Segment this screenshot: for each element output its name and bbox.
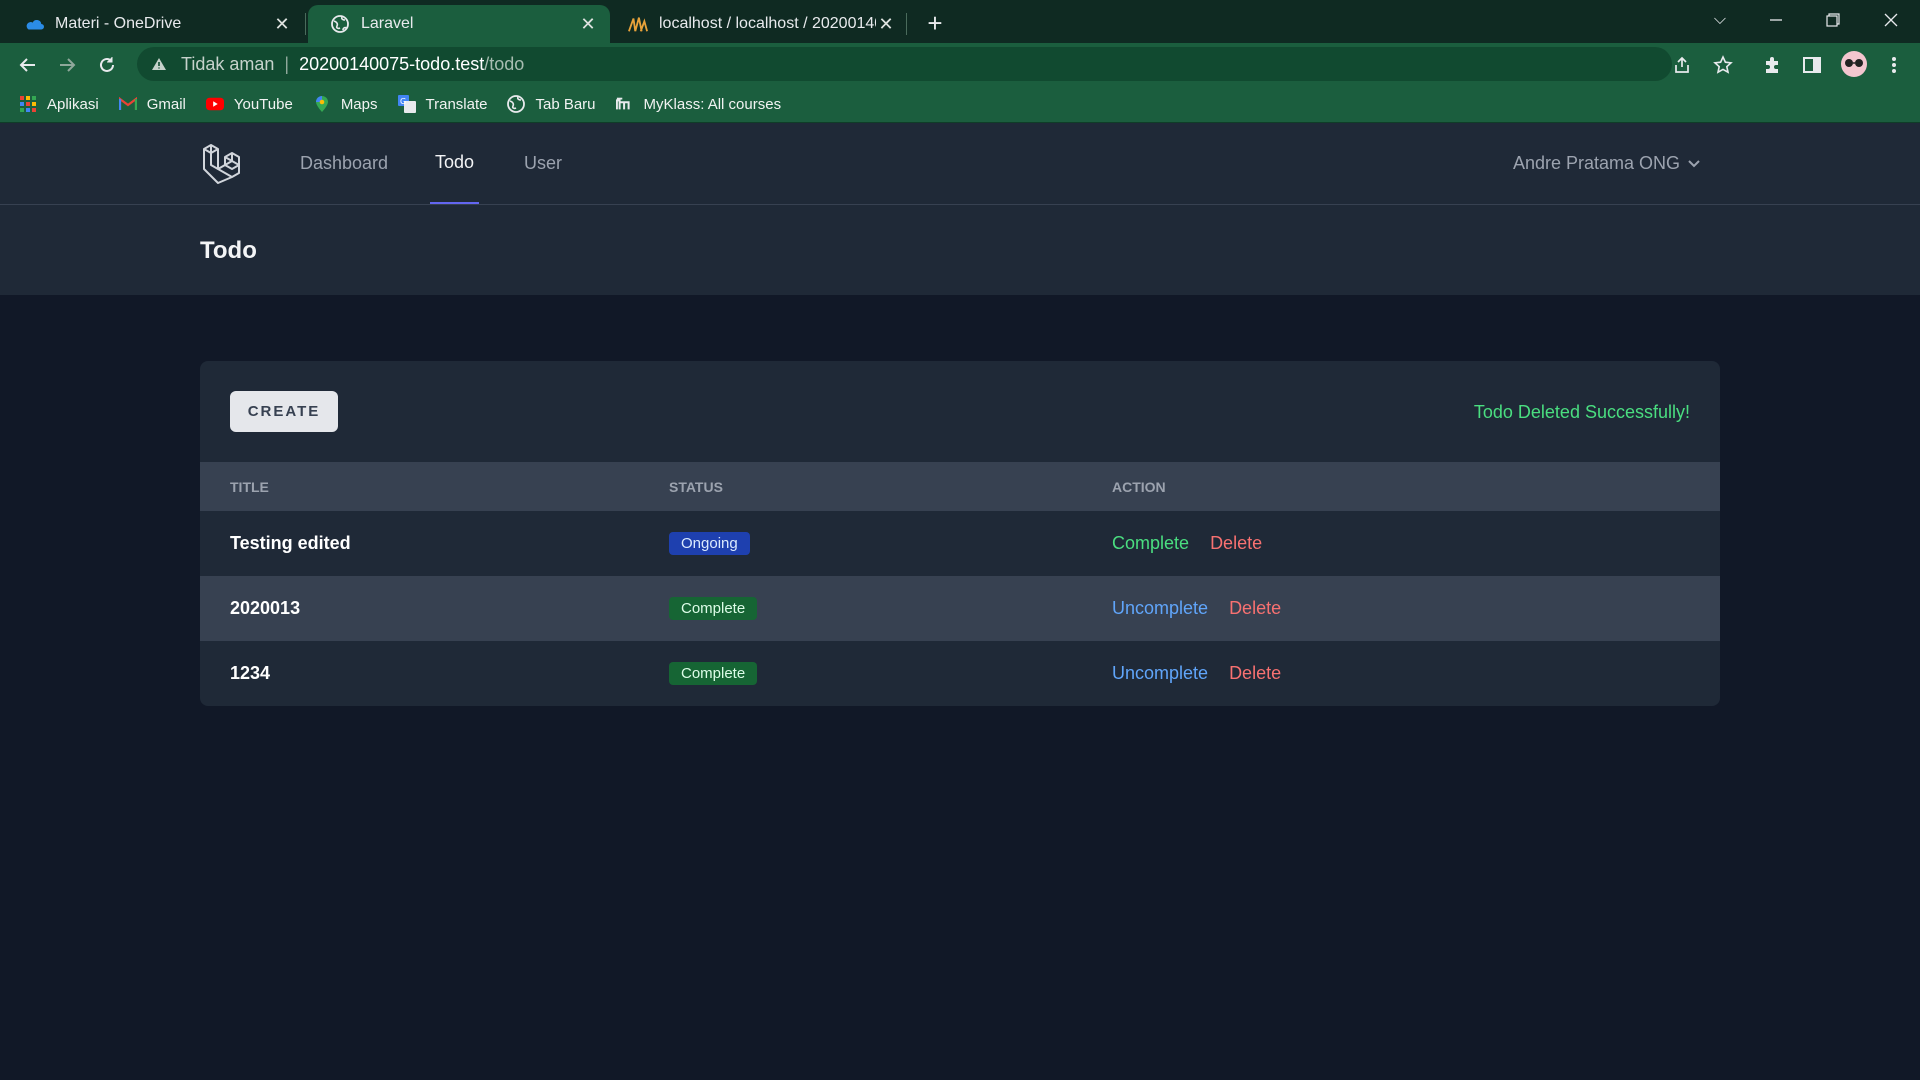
card-toolbar: CREATE Todo Deleted Successfully! xyxy=(200,361,1720,462)
app-navbar: Dashboard Todo User Andre Pratama ONG xyxy=(0,123,1920,205)
tab-phpmyadmin[interactable]: localhost / localhost / 20200140 ✕ xyxy=(606,5,908,43)
gmail-icon xyxy=(118,95,137,113)
security-label: Tidak aman xyxy=(181,53,275,74)
delete-link[interactable]: Delete xyxy=(1229,598,1281,618)
restore-icon[interactable] xyxy=(1805,0,1861,40)
table-row: Testing edited Ongoing Complete Delete xyxy=(200,511,1720,576)
nav-dashboard[interactable]: Dashboard xyxy=(300,123,388,204)
table-row: 2020013 Complete Uncomplete Delete xyxy=(200,576,1720,641)
browser-tabstrip: Materi - OneDrive ✕ Laravel ✕ localhost … xyxy=(0,0,1920,43)
tab-search-chevron-icon[interactable]: ⌵ xyxy=(1692,0,1748,40)
youtube-icon xyxy=(205,95,224,113)
close-window-icon[interactable] xyxy=(1863,0,1919,40)
todo-card: CREATE Todo Deleted Successfully! TITLE … xyxy=(200,361,1720,706)
flash-message: Todo Deleted Successfully! xyxy=(1473,402,1690,422)
delete-link[interactable]: Delete xyxy=(1229,663,1281,683)
globe-icon xyxy=(330,14,350,34)
laravel-logo-icon[interactable] xyxy=(202,143,244,185)
close-tab-icon[interactable]: ✕ xyxy=(876,14,896,35)
bookmark-translate[interactable]: G Translate xyxy=(397,95,488,113)
new-tab-button[interactable]: + xyxy=(922,8,948,39)
header-action: ACTION xyxy=(1112,462,1720,511)
reload-icon[interactable] xyxy=(93,51,121,79)
bookmark-label: Maps xyxy=(340,95,378,113)
maps-icon xyxy=(313,95,331,113)
svg-text:G: G xyxy=(400,97,406,106)
forward-arrow-icon[interactable] xyxy=(53,51,81,79)
bookmark-label: Aplikasi xyxy=(47,95,99,113)
bookmark-label: Translate xyxy=(425,95,488,113)
translate-icon: G xyxy=(397,95,416,113)
tab-divider xyxy=(305,13,306,35)
apps-grid-icon xyxy=(19,95,37,113)
tab-title: Materi - OneDrive xyxy=(55,15,182,32)
address-bar[interactable]: Tidak aman | 20200140075-todo.test/todo xyxy=(137,47,1672,81)
menu-kebab-icon[interactable] xyxy=(1881,52,1907,78)
bookmark-gmail[interactable]: Gmail xyxy=(118,95,186,113)
page-title: Todo xyxy=(200,237,257,264)
header-status: STATUS xyxy=(669,462,1112,511)
todo-title: 1234 xyxy=(230,663,271,683)
page-header: Todo xyxy=(0,205,1920,295)
address-separator: | xyxy=(284,53,290,74)
todo-title: 2020013 xyxy=(200,576,669,641)
side-panel-icon[interactable] xyxy=(1799,52,1825,78)
tab-title: localhost / localhost / 20200140 xyxy=(659,15,876,32)
nav-user[interactable]: User xyxy=(524,123,562,204)
todo-title: Testing edited xyxy=(230,533,351,553)
table-header-row: TITLE STATUS ACTION xyxy=(200,462,1720,511)
warning-icon[interactable] xyxy=(151,57,169,71)
bookmark-aplikasi[interactable]: Aplikasi xyxy=(19,95,99,113)
todo-table: TITLE STATUS ACTION Testing edited Ongoi… xyxy=(200,462,1720,706)
myklass-icon xyxy=(615,95,634,113)
chevron-down-icon xyxy=(1688,157,1700,171)
share-icon[interactable] xyxy=(1669,52,1695,78)
delete-link[interactable]: Delete xyxy=(1210,533,1262,553)
user-dropdown[interactable]: Andre Pratama ONG xyxy=(1513,123,1700,204)
bookmark-myklass[interactable]: MyKlass: All courses xyxy=(615,95,782,113)
status-badge: Complete xyxy=(669,597,758,620)
user-name: Andre Pratama ONG xyxy=(1512,153,1680,173)
tab-divider xyxy=(906,13,907,35)
bookmark-tab-baru[interactable]: Tab Baru xyxy=(507,95,596,113)
table-row: 1234 Complete Uncomplete Delete xyxy=(200,641,1720,706)
extensions-puzzle-icon[interactable] xyxy=(1759,52,1785,78)
bookmark-label: Gmail xyxy=(146,95,186,113)
tab-onedrive[interactable]: Materi - OneDrive ✕ xyxy=(2,5,304,43)
header-title: TITLE xyxy=(200,462,669,511)
profile-avatar-icon[interactable] xyxy=(1839,49,1869,79)
status-badge: Complete xyxy=(669,662,758,685)
globe-icon xyxy=(507,95,526,113)
bookmark-label: MyKlass: All courses xyxy=(643,95,782,113)
bookmark-label: YouTube xyxy=(233,95,293,113)
bookmark-label: Tab Baru xyxy=(535,95,596,113)
bookmark-maps[interactable]: Maps xyxy=(313,95,378,113)
phpmyadmin-icon xyxy=(628,14,648,34)
star-icon[interactable] xyxy=(1710,52,1736,78)
complete-link[interactable]: Complete xyxy=(1112,533,1189,553)
url-path: /todo xyxy=(484,53,525,74)
tab-laravel[interactable]: Laravel ✕ xyxy=(308,5,610,43)
back-arrow-icon[interactable] xyxy=(14,51,42,79)
close-tab-icon[interactable]: ✕ xyxy=(272,14,292,35)
onedrive-icon xyxy=(24,14,44,34)
status-badge: Ongoing xyxy=(669,532,750,555)
bookmarks-bar: Aplikasi Gmail YouTube Maps G Translate … xyxy=(0,86,1920,123)
minimize-icon[interactable] xyxy=(1748,0,1804,40)
url-host: 20200140075-todo.test xyxy=(299,53,485,74)
uncomplete-link[interactable]: Uncomplete xyxy=(1112,663,1208,683)
uncomplete-link[interactable]: Uncomplete xyxy=(1112,598,1208,618)
close-tab-icon[interactable]: ✕ xyxy=(578,14,598,35)
bookmark-youtube[interactable]: YouTube xyxy=(205,95,293,113)
nav-todo[interactable]: Todo xyxy=(430,123,480,204)
create-button[interactable]: CREATE xyxy=(230,391,338,432)
tab-title: Laravel xyxy=(361,15,414,32)
browser-toolbar: Tidak aman | 20200140075-todo.test/todo xyxy=(0,43,1920,86)
